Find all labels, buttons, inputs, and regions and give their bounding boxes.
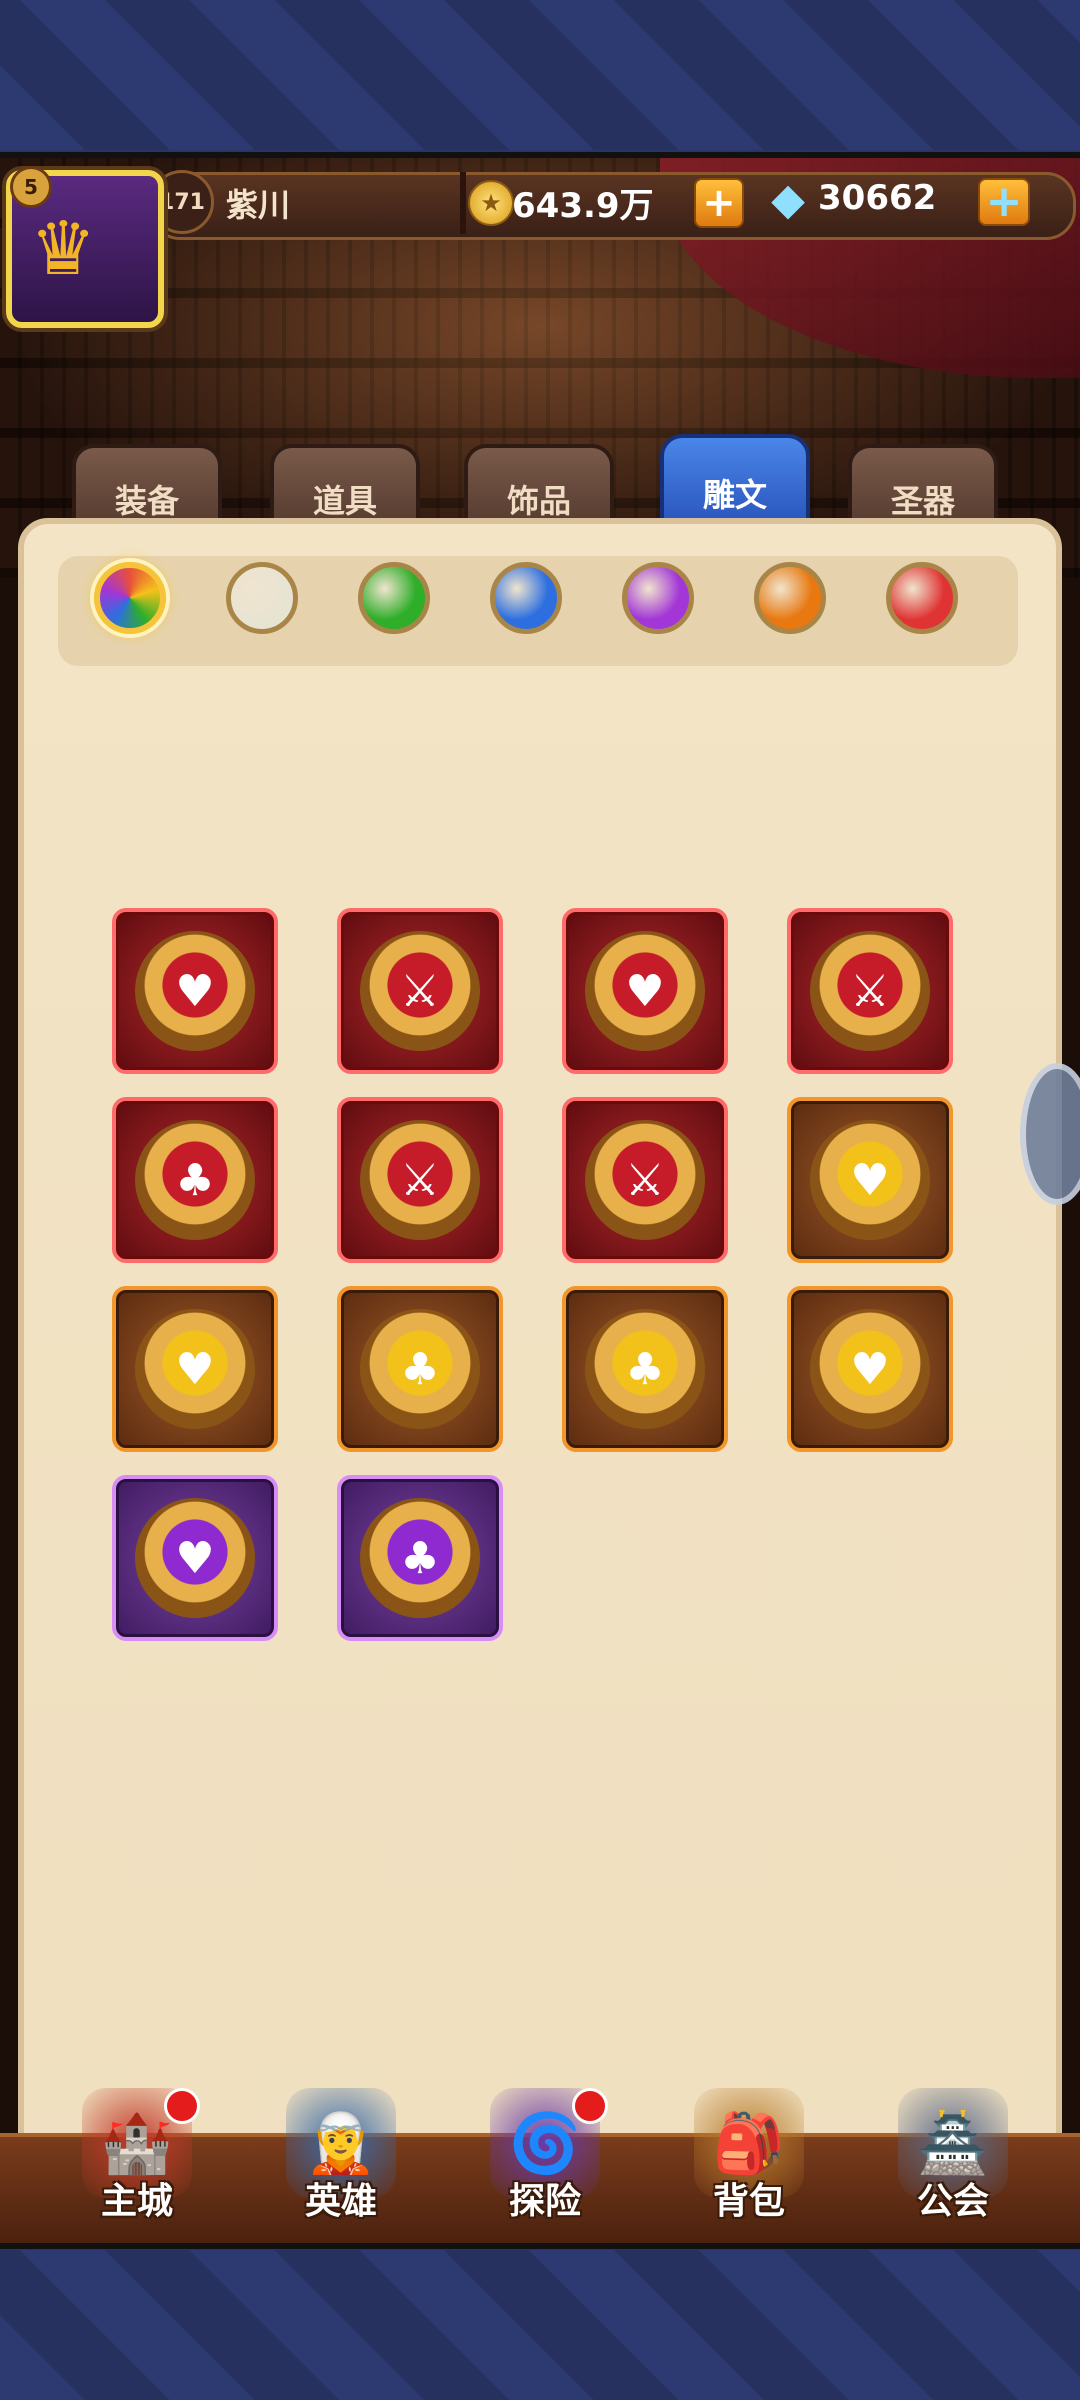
glyph-slot[interactable]: ♥ [562, 908, 728, 1074]
heart-glyph-icon: ♥ [810, 1120, 930, 1240]
nav-portal[interactable]: 🌀 探险 [460, 2088, 630, 2238]
trefoil-glyph-icon: ♣ [360, 1498, 480, 1618]
divider [460, 172, 466, 234]
crown-icon: ♛ [30, 206, 97, 292]
game-screen: ♛ 5 171 紫川 ★ 643.9万 + ◆ 30662 + 装备 道具 饰品… [0, 152, 1080, 2249]
glyph-slot[interactable]: ♥ [787, 1286, 953, 1452]
nav-label: 英雄 [304, 2181, 377, 2222]
top-background [0, 0, 1080, 150]
nav-hero[interactable]: 🧝 英雄 [256, 2088, 426, 2238]
add-gems-button[interactable]: + [978, 178, 1030, 226]
notification-dot [572, 2088, 608, 2124]
add-gold-button[interactable]: + [694, 178, 744, 228]
color-filter-red[interactable] [886, 562, 958, 634]
bottom-background [0, 2250, 1080, 2400]
heart-glyph-icon: ♥ [135, 1309, 255, 1429]
glyph-slot[interactable]: ♥ [112, 1475, 278, 1641]
heart-glyph-icon: ♥ [810, 1309, 930, 1429]
heart-glyph-icon: ♥ [135, 931, 255, 1051]
glyph-slot[interactable]: ⚔ [337, 908, 503, 1074]
gold-amount: 643.9万 [512, 186, 654, 226]
sword-glyph-icon: ⚔ [360, 931, 480, 1051]
nav-backpack[interactable]: 🎒 背包 [664, 2088, 834, 2238]
nav-guild-tower[interactable]: 🏯 公会 [868, 2088, 1038, 2238]
glyph-slot[interactable]: ♥ [787, 1097, 953, 1263]
gold-coin-icon: ★ [468, 180, 514, 226]
trefoil-glyph-icon: ♣ [360, 1309, 480, 1429]
nav-label: 探险 [508, 2181, 581, 2222]
glyph-slot[interactable]: ♣ [112, 1097, 278, 1263]
glyph-slot[interactable]: ⚔ [787, 908, 953, 1074]
nav-label: 主城 [100, 2181, 173, 2222]
glyph-slot[interactable]: ♣ [562, 1286, 728, 1452]
nav-castle[interactable]: 🏰 主城 [52, 2088, 222, 2238]
notification-dot [164, 2088, 200, 2124]
trefoil-glyph-icon: ♣ [135, 1120, 255, 1240]
glyph-slot[interactable]: ♣ [337, 1475, 503, 1641]
vip-badge: 5 [10, 166, 52, 208]
glyph-slot[interactable]: ⚔ [562, 1097, 728, 1263]
inventory-panel: ♥ ⚔ ♥ ⚔ ♣ ⚔ ⚔ ♥ ♥ ♣ ♣ ♥ ♥ ♣ [18, 518, 1062, 2243]
color-filter-purple[interactable] [622, 562, 694, 634]
heart-glyph-icon: ♥ [585, 931, 705, 1051]
nav-label: 背包 [712, 2181, 785, 2222]
gem-amount: 30662 [818, 178, 937, 218]
color-filter-white[interactable] [226, 562, 298, 634]
player-name: 紫川 [226, 186, 291, 224]
diamond-icon: ◆ [771, 174, 805, 225]
sword-glyph-icon: ⚔ [360, 1120, 480, 1240]
glyph-slot[interactable]: ⚔ [337, 1097, 503, 1263]
glyph-slot[interactable]: ♥ [112, 1286, 278, 1452]
nav-label: 公会 [916, 2181, 989, 2222]
glyph-slot[interactable]: ♣ [337, 1286, 503, 1452]
color-filter-green[interactable] [358, 562, 430, 634]
color-filter-blue[interactable] [490, 562, 562, 634]
glyph-slot[interactable]: ♥ [112, 908, 278, 1074]
sword-glyph-icon: ⚔ [585, 1120, 705, 1240]
heart-glyph-icon: ♥ [135, 1498, 255, 1618]
color-filter-all[interactable] [94, 562, 166, 634]
trefoil-glyph-icon: ♣ [585, 1309, 705, 1429]
color-filter-orange[interactable] [754, 562, 826, 634]
sword-glyph-icon: ⚔ [810, 931, 930, 1051]
